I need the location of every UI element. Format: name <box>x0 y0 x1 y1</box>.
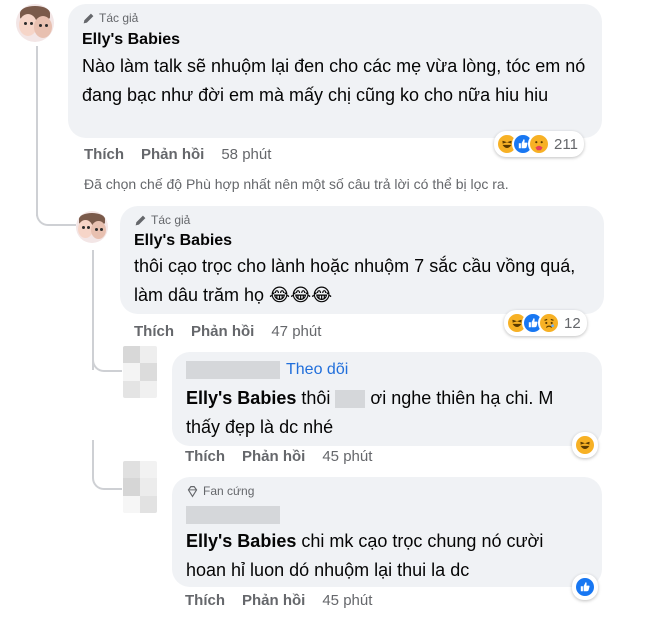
comment-actions: Thích Phản hồi 58 phút <box>84 146 271 163</box>
avatar[interactable] <box>16 4 54 42</box>
reaction-count: 211 <box>554 135 578 153</box>
comment-actions: Thích Phản hồi 47 phút <box>134 323 321 340</box>
like-button[interactable]: Thích <box>185 448 225 465</box>
badge-label: Tác giả <box>151 213 191 227</box>
mention-redacted <box>335 390 366 409</box>
reply-button[interactable]: Phản hồi <box>191 323 254 340</box>
comment-bubble: Theo dõi Elly's Babies thôi ơi nghe thiê… <box>172 352 602 446</box>
care-icon <box>528 133 550 155</box>
comment-text: Nào làm talk sẽ nhuộm lại đen cho các mẹ… <box>82 56 586 105</box>
avatar[interactable] <box>76 211 108 243</box>
diamond-icon <box>187 485 198 497</box>
pencil-icon <box>135 215 146 225</box>
reply-button[interactable]: Phản hồi <box>242 448 305 465</box>
reply-button[interactable]: Phản hồi <box>141 146 204 163</box>
filter-note: Đã chọn chế độ Phù hợp nhất nên một số c… <box>84 176 509 192</box>
pencil-icon <box>83 13 94 23</box>
fan-badge: Fan cứng <box>186 483 588 499</box>
text-before: thôi <box>301 388 331 408</box>
thread-curve-reply-1 <box>36 196 76 226</box>
comment-bubble: Tác giả Elly's Babies thôi cạo trọc cho … <box>120 206 604 314</box>
comment-timestamp[interactable]: 47 phút <box>271 323 321 340</box>
comment-actions: Thích Phản hồi 45 phút <box>185 448 372 465</box>
comment-text: thôi cạo trọc cho lành hoặc nhuộm 7 sắc … <box>134 256 576 305</box>
like-button[interactable]: Thích <box>134 323 174 340</box>
comment-bubble: Fan cứng Elly's Babies chi mk cạo trọc c… <box>172 477 602 587</box>
comment-timestamp[interactable]: 45 phút <box>322 592 372 609</box>
badge-label: Tác giả <box>99 11 139 25</box>
badge-label: Fan cứng <box>203 484 255 498</box>
follow-button[interactable]: Theo dõi <box>286 361 348 379</box>
comment-timestamp[interactable]: 58 phút <box>221 146 271 163</box>
comment-timestamp[interactable]: 45 phút <box>322 448 372 465</box>
comment-bubble: Tác giả Elly's Babies Nào làm talk sẽ nh… <box>68 4 602 138</box>
reaction-summary[interactable] <box>572 574 598 600</box>
comment-text: Elly's Babies thôi ơi nghe thiên hạ chi.… <box>186 384 588 442</box>
like-button[interactable]: Thích <box>84 146 124 163</box>
reaction-count: 12 <box>564 314 581 332</box>
comment-actions: Thích Phản hồi 45 phút <box>185 592 372 609</box>
avatar[interactable] <box>123 346 157 398</box>
sad-icon <box>538 312 560 334</box>
like-button[interactable]: Thích <box>185 592 225 609</box>
reply-button[interactable]: Phản hồi <box>242 592 305 609</box>
author-name-redacted <box>186 506 280 524</box>
author-badge: Tác giả <box>82 10 588 26</box>
mention-link[interactable]: Elly's Babies <box>186 388 296 408</box>
author-name-redacted <box>186 361 280 379</box>
avatar[interactable] <box>123 461 157 513</box>
like-icon <box>574 576 596 598</box>
thread-curve-reply-3 <box>92 440 122 490</box>
comment-author[interactable]: Elly's Babies <box>82 30 588 50</box>
mention-link[interactable]: Elly's Babies <box>186 531 296 551</box>
comment-text: Elly's Babies chi mk cạo trọc chung nó c… <box>186 527 588 585</box>
thread-line-main <box>36 46 38 216</box>
reaction-summary[interactable] <box>572 432 598 458</box>
reaction-summary[interactable]: 12 <box>504 310 587 336</box>
comment-author[interactable]: Elly's Babies <box>134 231 590 251</box>
haha-icon <box>574 434 596 456</box>
author-badge: Tác giả <box>134 212 590 228</box>
thread-curve-reply-2 <box>92 350 122 372</box>
reaction-summary[interactable]: 211 <box>494 131 584 157</box>
